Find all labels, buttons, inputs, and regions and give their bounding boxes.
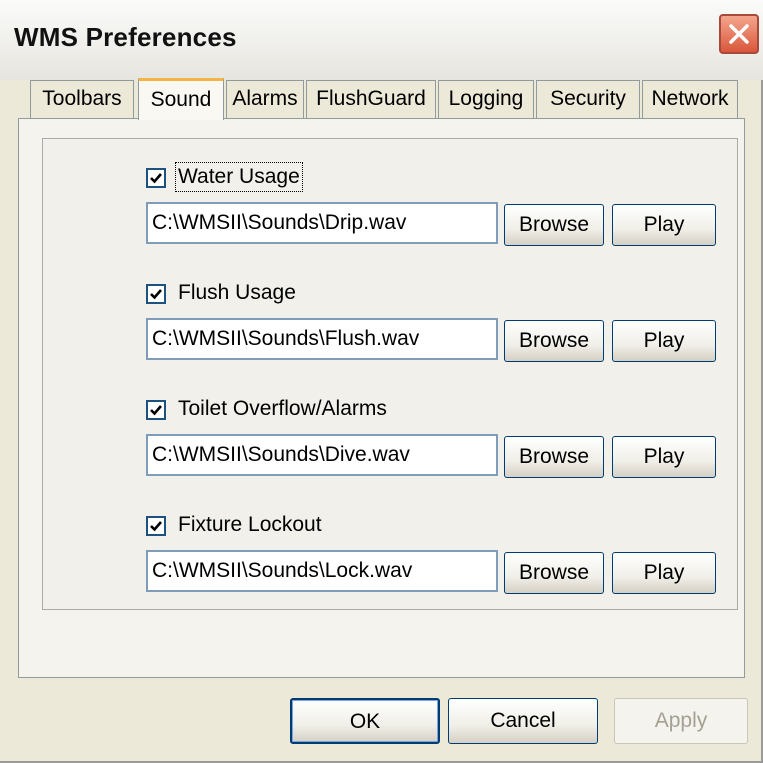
- fixture-lockout-label[interactable]: Fixture Lockout: [178, 513, 322, 537]
- flush-usage-path-field[interactable]: [146, 318, 498, 360]
- apply-button[interactable]: Apply: [614, 698, 748, 744]
- flush-usage-label[interactable]: Flush Usage: [178, 281, 296, 305]
- sound-item-fixture-lockout: Fixture Lockout Browse Play: [146, 513, 726, 626]
- flush-usage-browse-button[interactable]: Browse: [504, 320, 604, 362]
- checkmark-icon: [150, 173, 162, 184]
- window-title: WMS Preferences: [14, 22, 237, 52]
- tab-sound[interactable]: Sound: [138, 78, 224, 120]
- tab-network[interactable]: Network: [642, 80, 738, 118]
- toilet-overflow-checkbox[interactable]: [146, 400, 166, 420]
- fixture-lockout-play-button[interactable]: Play: [612, 552, 716, 594]
- checkmark-icon: [150, 405, 162, 416]
- checkmark-icon: [150, 289, 162, 300]
- flush-usage-play-button[interactable]: Play: [612, 320, 716, 362]
- fixture-lockout-browse-button[interactable]: Browse: [504, 552, 604, 594]
- title-bar[interactable]: WMS Preferences: [0, 0, 763, 80]
- water-usage-label[interactable]: Water Usage: [175, 162, 303, 192]
- fixture-lockout-path-field[interactable]: [146, 550, 498, 592]
- checkmark-icon: [150, 521, 162, 532]
- ok-button[interactable]: OK: [290, 698, 440, 744]
- toilet-overflow-path-field[interactable]: [146, 434, 498, 476]
- close-button[interactable]: [719, 14, 759, 54]
- cancel-button[interactable]: Cancel: [448, 698, 598, 744]
- tab-flushguard[interactable]: FlushGuard: [306, 80, 436, 118]
- sound-item-toilet-overflow: Toilet Overflow/Alarms Browse Play: [146, 397, 726, 510]
- close-icon: [729, 24, 749, 44]
- sound-item-flush-usage: Flush Usage Browse Play: [146, 281, 726, 394]
- water-usage-play-button[interactable]: Play: [612, 204, 716, 246]
- tab-security[interactable]: Security: [536, 80, 640, 118]
- fixture-lockout-checkbox[interactable]: [146, 516, 166, 536]
- water-usage-checkbox[interactable]: [146, 168, 166, 188]
- toilet-overflow-label[interactable]: Toilet Overflow/Alarms: [178, 397, 387, 421]
- toilet-overflow-browse-button[interactable]: Browse: [504, 436, 604, 478]
- tab-logging[interactable]: Logging: [438, 80, 534, 118]
- water-usage-browse-button[interactable]: Browse: [504, 204, 604, 246]
- sound-item-water-usage: Water Usage Browse Play: [146, 162, 726, 278]
- tab-alarms[interactable]: Alarms: [226, 80, 304, 118]
- tab-toolbars[interactable]: Toolbars: [30, 80, 134, 118]
- flush-usage-checkbox[interactable]: [146, 284, 166, 304]
- water-usage-path-field[interactable]: [146, 202, 498, 244]
- toilet-overflow-play-button[interactable]: Play: [612, 436, 716, 478]
- preferences-dialog: WMS Preferences Toolbars Sound Alarms Fl…: [0, 0, 763, 763]
